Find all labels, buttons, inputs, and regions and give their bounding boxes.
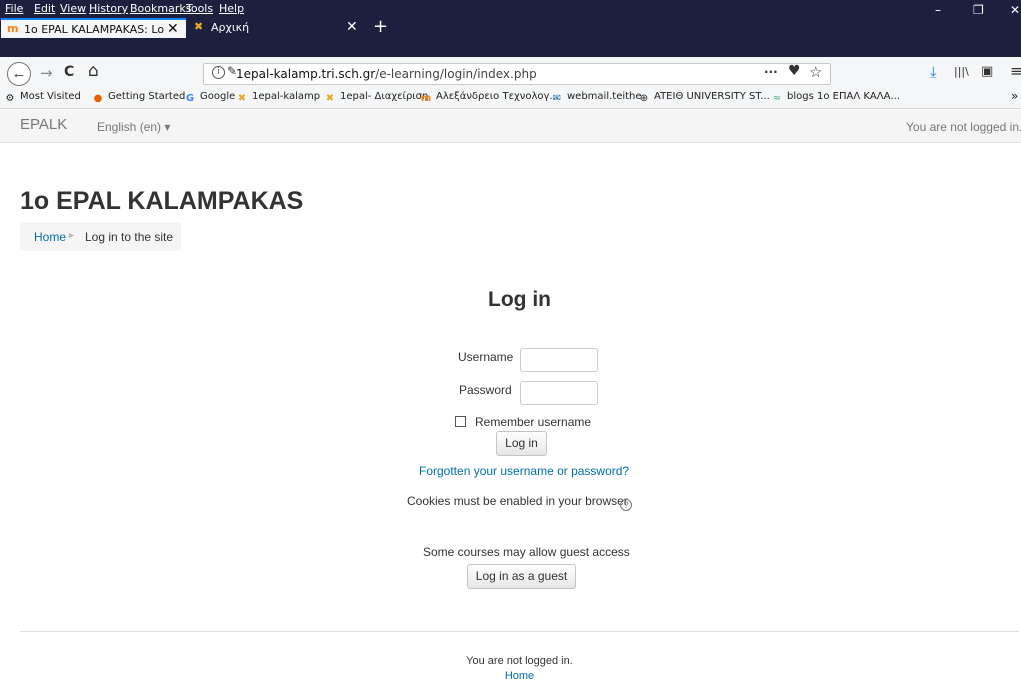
bookmark-label: 1epal- Διαχείριση [340,91,429,102]
cookies-notice: Cookies must be enabled in your browser [407,494,628,508]
menu-file[interactable]: File [5,2,23,15]
bookmark-label: ATEIΘ UNIVERSITY ST... [654,91,770,102]
bookmark-label: Google [200,91,236,102]
remember-username-checkbox[interactable] [455,416,466,427]
firefox-icon: ● [93,93,103,104]
login-button[interactable]: Log in [496,431,547,456]
bookmark-label: Most Visited [20,91,81,102]
close-tab-icon[interactable]: ✕ [167,21,179,37]
page-actions-icon[interactable]: ··· [764,65,778,79]
footer-home-link[interactable]: Home [0,670,1021,682]
menu-view[interactable]: View [60,2,86,15]
bookmark-label: 1epal-kalamp [252,91,321,102]
tab-label: 1o EPAL KALAMPAKAS: Log in t [24,23,164,36]
forgot-password-link[interactable]: Forgotten your username or password? [419,464,629,478]
url-path: /e-learning/login/index.php [375,67,537,81]
pocket-icon[interactable]: ♥ [788,63,801,79]
bookmark-getting-started[interactable]: ● Getting Started [92,91,186,105]
bookmark-label: blogs 1ο ΕΠΑΛ ΚΑΛΑ... [787,91,900,102]
info-icon[interactable]: i [212,66,225,79]
url-text[interactable]: 1epal-kalamp.tri.sch.gr/e-learning/login… [236,67,537,81]
blog-icon: ≈ [772,93,782,104]
moodle-favicon-icon: m [7,22,19,35]
bookmark-label: Getting Started [108,91,186,102]
joomla-favicon-icon: ✖ [194,20,204,33]
bookmark-1epal-admin[interactable]: ✖ 1epal- Διαχείριση [324,91,429,105]
google-icon: G [185,93,195,104]
restore-icon[interactable]: ❐ [973,3,984,17]
menu-bookmarks[interactable]: Bookmarks [130,2,191,15]
guest-access-text: Some courses may allow guest access [423,545,630,559]
login-status: You are not logged in. [906,120,1021,134]
password-input[interactable] [520,381,598,405]
breadcrumb-current: Log in to the site [85,230,174,244]
menu-history[interactable]: History [89,2,128,15]
bookmarks-overflow-icon[interactable]: » [1011,89,1018,103]
login-heading: Log in [488,288,551,311]
bookmark-ateith[interactable]: ⊕ ATEIΘ UNIVERSITY ST... [638,91,770,105]
back-icon[interactable]: ← [7,62,31,86]
brand-link[interactable]: EPALK [20,116,67,133]
remember-username-label: Remember username [475,415,592,429]
bookmark-label: webmail.teithe [567,91,642,102]
menu-tools[interactable]: Tools [186,2,213,15]
help-icon[interactable]: ? [620,499,632,511]
close-tab-icon[interactable]: ✕ [346,19,358,35]
url-domain: 1epal-kalamp.tri.sch.gr [236,67,376,81]
bookmark-google[interactable]: G Google [184,91,235,105]
bookmark-1epal-kalamp[interactable]: ✖ 1epal-kalamp [236,91,320,105]
gear-icon: ⚙ [5,93,15,104]
tab-epal-login[interactable]: m 1o EPAL KALAMPAKAS: Log in t ✕ [1,18,186,38]
sidebar-icon[interactable]: ▣ [981,64,993,79]
breadcrumb-home-link[interactable]: Home [34,230,66,244]
bookmark-blogs[interactable]: ≈ blogs 1ο ΕΠΑΛ ΚΑΛΑ... [771,91,900,105]
joomla-icon: ✖ [325,93,335,104]
download-icon[interactable]: ⤓ [930,63,937,81]
bookmark-webmail[interactable]: ✉ webmail.teithe [551,91,642,105]
library-icon[interactable]: |||\ [954,65,969,78]
tab-label: Αρχική [211,21,250,34]
reload-icon[interactable]: C [64,64,74,80]
new-tab-icon[interactable]: + [373,18,388,36]
hamburger-menu-icon[interactable]: ≡ [1010,62,1021,80]
bookmark-alexandreio[interactable]: m Αλεξάνδρειο Τεχνολογ... [420,91,559,105]
password-label: Password [459,383,512,397]
joomla-icon: ✖ [237,93,247,104]
site-title: 1o EPAL KALAMPAKAS [20,187,304,215]
language-menu[interactable]: English (en) ▾ [97,120,170,134]
minimize-icon[interactable]: – [935,3,941,17]
forward-icon[interactable]: → [40,64,53,82]
globe-icon: ⊕ [639,93,649,104]
footer-status: You are not logged in. [466,655,573,667]
username-input[interactable] [520,348,598,372]
close-window-icon[interactable]: ✕ [1010,3,1020,17]
home-icon[interactable]: ⌂ [88,61,99,81]
mail-icon: ✉ [552,93,562,104]
menu-bar: File Edit View History Bookmarks Tools H… [0,0,1021,17]
bookmark-label: Αλεξάνδρειο Τεχνολογ... [436,91,559,102]
bookmark-most-visited[interactable]: ⚙ Most Visited [4,91,81,105]
footer-divider [20,631,1019,632]
tab-arxiki[interactable]: ✖ Αρχική ✕ [188,18,368,38]
guest-login-button[interactable]: Log in as a guest [467,564,576,589]
menu-edit[interactable]: Edit [34,2,55,15]
bookmark-star-icon[interactable]: ☆ [809,63,822,81]
username-label: Username [458,350,514,364]
menu-help[interactable]: Help [219,2,244,15]
breadcrumb-separator-icon: ► [67,230,76,240]
moodle-icon: m [420,93,432,104]
